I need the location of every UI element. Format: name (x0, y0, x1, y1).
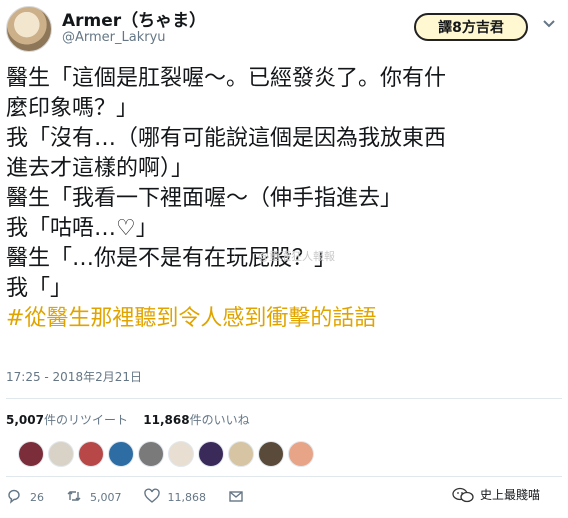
brand-watermark: 史上最賤喵 (452, 486, 540, 503)
tweet-actions: 26 5,007 11,868 (6, 488, 266, 507)
retweet-button[interactable]: 5,007 (66, 488, 122, 507)
tweet-line: 我「咕唔…♡」 (6, 216, 158, 241)
likes-stat[interactable]: 11,868件のいいね (143, 413, 249, 427)
liker-avatar[interactable] (18, 441, 44, 467)
liker-avatars (18, 441, 314, 467)
liker-avatar[interactable] (228, 441, 254, 467)
liker-avatar[interactable] (198, 441, 224, 467)
message-button[interactable] (228, 488, 244, 507)
reply-count: 26 (30, 491, 44, 504)
wechat-icon (452, 487, 474, 503)
logo-badge: 譯8方吉君 (414, 13, 528, 41)
tweet-timestamp[interactable]: 17:25 - 2018年2月21日 (6, 368, 142, 385)
divider (6, 476, 562, 477)
retweet-icon (66, 488, 82, 507)
tweet-line: 進去才這樣的啊）」 (6, 156, 194, 181)
tweet-line: 我「沒有…（哪有可能說這個是因為我放東西 (6, 126, 447, 151)
retweets-stat[interactable]: 5,007件のリツイート (6, 413, 128, 427)
tweet-line: 麼印象嗎？」 (6, 96, 139, 121)
tweet-line: 醫生「這個是肛裂喔～。已經發炎了。你有什 (6, 66, 447, 91)
tweet-text: 醫生「這個是肛裂喔～。已經發炎了。你有什 麼印象嗎？」 我「沒有…（哪有可能說這… (6, 64, 562, 334)
liker-avatar[interactable] (78, 441, 104, 467)
user-handle[interactable]: @Armer_Lakryu (62, 30, 166, 45)
display-name[interactable]: Armer（ちゃま） (62, 6, 206, 31)
reply-icon (6, 488, 22, 507)
like-button[interactable]: 11,868 (143, 488, 207, 507)
retweet-count: 5,007 (90, 491, 122, 504)
reply-button[interactable]: 26 (6, 488, 44, 507)
hashtag-link[interactable]: #從醫生那裡聽到令人感到衝擊的話語 (6, 304, 562, 334)
engagement-stats: 5,007件のリツイート 11,868件のいいね (6, 411, 250, 428)
liker-avatar[interactable] (288, 441, 314, 467)
center-watermark: @重灌狂人報報 (258, 250, 335, 263)
brand-name: 史上最賤喵 (480, 488, 541, 502)
liker-avatar[interactable] (258, 441, 284, 467)
avatar[interactable] (6, 6, 52, 52)
like-count: 11,868 (167, 491, 207, 504)
heart-icon (143, 488, 160, 507)
envelope-icon (228, 488, 244, 507)
liker-avatar[interactable] (108, 441, 134, 467)
tweet-line: 醫生「我看一下裡面喔～（伸手指進去」 (6, 186, 403, 211)
liker-avatar[interactable] (48, 441, 74, 467)
tweet-line: 我「」 (6, 276, 73, 301)
divider (6, 398, 562, 399)
liker-avatar[interactable] (168, 441, 194, 467)
liker-avatar[interactable] (138, 441, 164, 467)
chevron-down-icon[interactable] (542, 18, 556, 33)
